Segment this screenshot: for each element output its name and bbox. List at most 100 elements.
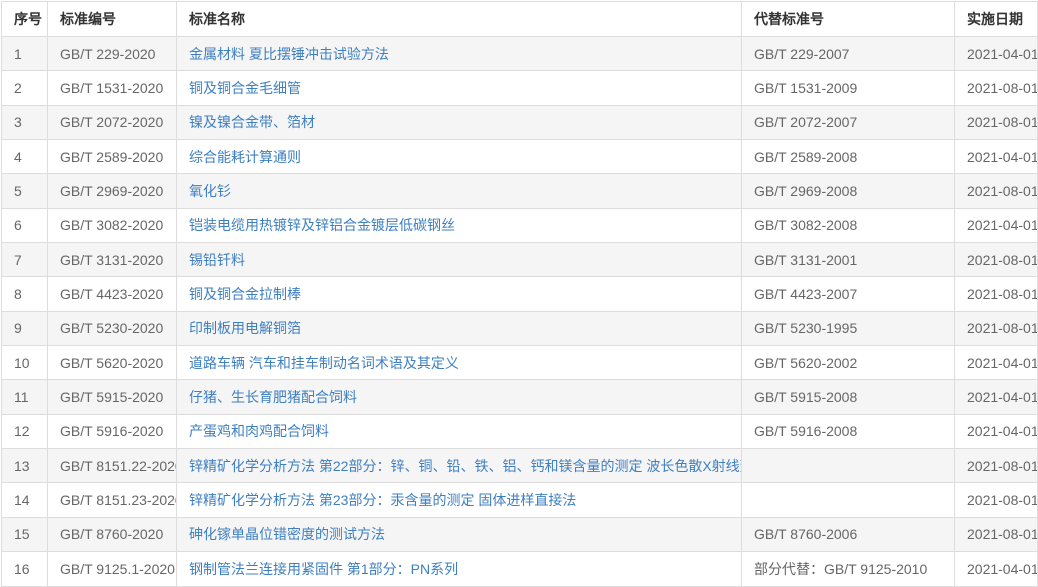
cell-replaces: GB/T 5915-2008 [742, 380, 955, 414]
cell-date: 2021-04-01 [955, 140, 1038, 174]
standard-name-link[interactable]: 镍及镍合金带、箔材 [189, 114, 315, 130]
cell-date: 2021-08-01 [955, 483, 1038, 517]
table-row: 3GB/T 2072-2020镍及镍合金带、箔材GB/T 2072-200720… [2, 105, 1038, 139]
column-header-code: 标准编号 [48, 2, 177, 37]
cell-date: 2021-08-01 [955, 517, 1038, 551]
cell-replaces: 部分代替：GB/T 9125-2010 [742, 552, 955, 586]
cell-name: 仔猪、生长育肥猪配合饲料 [177, 380, 742, 414]
table-row: 8GB/T 4423-2020 铜及铜合金拉制棒 GB/T 4423-2007202… [2, 277, 1038, 311]
cell-code: GB/T 5620-2020 [48, 346, 177, 380]
cell-date: 2021-08-01 [955, 243, 1038, 277]
cell-name: 锡铅钎料 [177, 243, 742, 277]
standard-name-link[interactable]: 锌精矿化学分析方法 第23部分：汞含量的测定 固体进样直接法 [189, 492, 576, 508]
cell-name: 镍及镍合金带、箔材 [177, 105, 742, 139]
table-row: 9GB/T 5230-2020 印制板用电解铜箔 GB/T 5230-1995202… [2, 311, 1038, 345]
cell-replaces: GB/T 5916-2008 [742, 414, 955, 448]
standard-name-link[interactable]: 印制板用电解铜箔 [189, 320, 301, 336]
cell-name: 砷化镓单晶位错密度的测试方法 [177, 517, 742, 551]
cell-code: GB/T 5916-2020 [48, 414, 177, 448]
standard-name-link[interactable]: 道路车辆 汽车和挂车制动名词术语及其定义 [189, 355, 459, 371]
cell-code: GB/T 8760-2020 [48, 517, 177, 551]
cell-name: 道路车辆 汽车和挂车制动名词术语及其定义 [177, 346, 742, 380]
cell-name: 综合能耗计算通则 [177, 140, 742, 174]
standard-name-link[interactable]: 铜及铜合金毛细管 [189, 80, 301, 96]
cell-replaces: GB/T 2589-2008 [742, 140, 955, 174]
column-header-replaces: 代替标准号 [742, 2, 955, 37]
cell-code: GB/T 8151.22-2020 [48, 449, 177, 483]
cell-replaces: GB/T 229-2007 [742, 37, 955, 71]
standard-name-link[interactable]: 金属材料 夏比摆锤冲击试验方法 [189, 46, 389, 62]
table-row: 12GB/T 5916-2020 产蛋鸡和肉鸡配合饲料 GB/T 5916-2008… [2, 414, 1038, 448]
cell-date: 2021-08-01 [955, 277, 1038, 311]
standard-name-link[interactable]: 氧化钐 [189, 183, 231, 199]
cell-code: GB/T 8151.23-2020 [48, 483, 177, 517]
table-row: 13GB/T 8151.22-2020锌精矿化学分析方法 第22部分：锌、铜、铅… [2, 449, 1038, 483]
cell-index: 9 [2, 311, 48, 345]
table-header: 序号标准编号标准名称代替标准号实施日期 [2, 2, 1038, 37]
cell-index: 5 [2, 174, 48, 208]
standard-name-link[interactable]: 仔猪、生长育肥猪配合饲料 [189, 389, 357, 405]
cell-replaces: GB/T 5620-2002 [742, 346, 955, 380]
cell-date: 2021-08-01 [955, 71, 1038, 105]
table-row: 6GB/T 3082-2020 铠装电缆用热镀锌及锌铝合金镀层低碳钢丝 GB/T 3… [2, 208, 1038, 242]
cell-name: 钢制管法兰连接用紧固件 第1部分：PN系列 [177, 552, 742, 586]
cell-code: GB/T 229-2020 [48, 37, 177, 71]
standard-name-link[interactable]: 锡铅钎料 [189, 252, 245, 268]
cell-index: 6 [2, 208, 48, 242]
cell-code: GB/T 9125.1-2020 [48, 552, 177, 586]
table-row: 4GB/T 2589-2020 综合能耗计算通则 GB/T 2589-2008202… [2, 140, 1038, 174]
cell-name: 氧化钐 [177, 174, 742, 208]
cell-name: 铜及铜合金拉制棒 [177, 277, 742, 311]
standard-name-link[interactable]: 钢制管法兰连接用紧固件 第1部分：PN系列 [189, 561, 458, 577]
cell-index: 10 [2, 346, 48, 380]
table-row: 1GB/T 229-2020 金属材料 夏比摆锤冲击试验方法 GB/T 229-20… [2, 37, 1038, 71]
cell-replaces: GB/T 4423-2007 [742, 277, 955, 311]
standard-name-link[interactable]: 砷化镓单晶位错密度的测试方法 [189, 526, 385, 542]
cell-name: 锌精矿化学分析方法 第22部分：锌、铜、铅、铁、铝、钙和镁含量的测定 波长色散X… [177, 449, 742, 483]
cell-index: 12 [2, 414, 48, 448]
cell-index: 16 [2, 552, 48, 586]
cell-date: 2021-04-01 [955, 414, 1038, 448]
standard-name-link[interactable]: 锌精矿化学分析方法 第22部分：锌、铜、铅、铁、铝、钙和镁含量的测定 波长色散X… [189, 458, 742, 474]
cell-code: GB/T 4423-2020 [48, 277, 177, 311]
table-row: 10GB/T 5620-2020 道路车辆 汽车和挂车制动名词术语及其定义 GB/T… [2, 346, 1038, 380]
cell-date: 2021-08-01 [955, 449, 1038, 483]
cell-replaces: GB/T 8760-2006 [742, 517, 955, 551]
table-row: 15GB/T 8760-2020 砷化镓单晶位错密度的测试方法 GB/T 8760-… [2, 517, 1038, 551]
cell-replaces: GB/T 5230-1995 [742, 311, 955, 345]
table-row: 16GB/T 9125.1-2020 钢制管法兰连接用紧固件 第1部分：PN系列 部… [2, 552, 1038, 586]
cell-date: 2021-04-01 [955, 346, 1038, 380]
cell-index: 15 [2, 517, 48, 551]
table-row: 11GB/T 5915-2020仔猪、生长育肥猪配合饲料GB/T 5915-20… [2, 380, 1038, 414]
cell-date: 2021-08-01 [955, 311, 1038, 345]
standard-name-link[interactable]: 铜及铜合金拉制棒 [189, 286, 301, 302]
column-header-index: 序号 [2, 2, 48, 37]
table-body: 1GB/T 229-2020 金属材料 夏比摆锤冲击试验方法 GB/T 229-20… [2, 37, 1038, 587]
cell-name: 印制板用电解铜箔 [177, 311, 742, 345]
cell-code: GB/T 5230-2020 [48, 311, 177, 345]
cell-index: 7 [2, 243, 48, 277]
standards-table: 序号标准编号标准名称代替标准号实施日期 1GB/T 229-2020 金属材料 夏… [1, 1, 1038, 587]
column-header-date: 实施日期 [955, 2, 1038, 37]
cell-replaces [742, 483, 955, 517]
cell-code: GB/T 2589-2020 [48, 140, 177, 174]
cell-replaces [742, 449, 955, 483]
cell-index: 8 [2, 277, 48, 311]
cell-code: GB/T 3131-2020 [48, 243, 177, 277]
cell-replaces: GB/T 3082-2008 [742, 208, 955, 242]
cell-code: GB/T 1531-2020 [48, 71, 177, 105]
cell-name: 金属材料 夏比摆锤冲击试验方法 [177, 37, 742, 71]
cell-date: 2021-04-01 [955, 208, 1038, 242]
standard-name-link[interactable]: 铠装电缆用热镀锌及锌铝合金镀层低碳钢丝 [189, 217, 455, 233]
standard-name-link[interactable]: 综合能耗计算通则 [189, 149, 301, 165]
cell-date: 2021-04-01 [955, 380, 1038, 414]
standard-name-link[interactable]: 产蛋鸡和肉鸡配合饲料 [189, 423, 329, 439]
column-header-name: 标准名称 [177, 2, 742, 37]
cell-name: 锌精矿化学分析方法 第23部分：汞含量的测定 固体进样直接法 [177, 483, 742, 517]
cell-index: 1 [2, 37, 48, 71]
cell-code: GB/T 2072-2020 [48, 105, 177, 139]
cell-index: 4 [2, 140, 48, 174]
table-header-row: 序号标准编号标准名称代替标准号实施日期 [2, 2, 1038, 37]
cell-date: 2021-04-01 [955, 552, 1038, 586]
cell-code: GB/T 3082-2020 [48, 208, 177, 242]
